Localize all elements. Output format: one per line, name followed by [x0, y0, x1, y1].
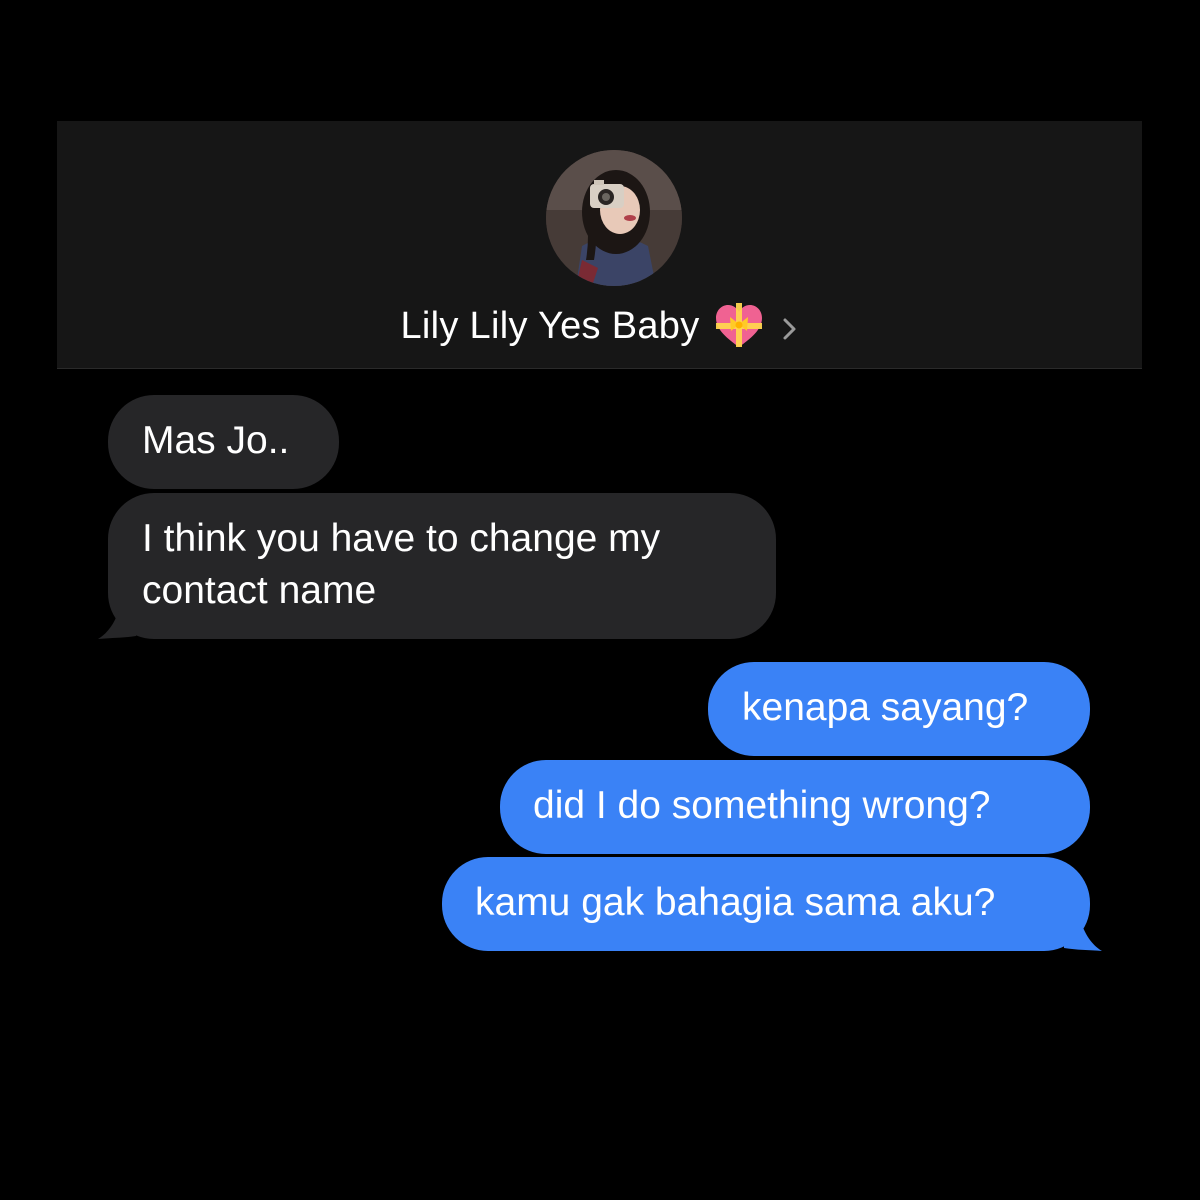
contact-name[interactable]: Lily Lily Yes Baby	[400, 305, 699, 348]
incoming-bubble-tail	[98, 606, 136, 639]
outgoing-bubble-tail	[1064, 918, 1102, 951]
heart-with-ribbon-icon	[714, 303, 764, 349]
outgoing-message-bubble[interactable]: kenapa sayang?	[708, 662, 1090, 756]
contact-avatar[interactable]	[546, 150, 682, 286]
incoming-message-bubble[interactable]: Mas Jo..	[108, 395, 339, 489]
incoming-message-bubble[interactable]: I think you have to change my contact na…	[108, 493, 776, 639]
outgoing-message-bubble[interactable]: kamu gak bahagia sama aku?	[442, 857, 1090, 951]
chevron-right-icon[interactable]	[780, 311, 800, 341]
outgoing-message-bubble[interactable]: did I do something wrong?	[500, 760, 1090, 854]
contact-title-row[interactable]: Lily Lily Yes Baby	[0, 298, 1200, 354]
